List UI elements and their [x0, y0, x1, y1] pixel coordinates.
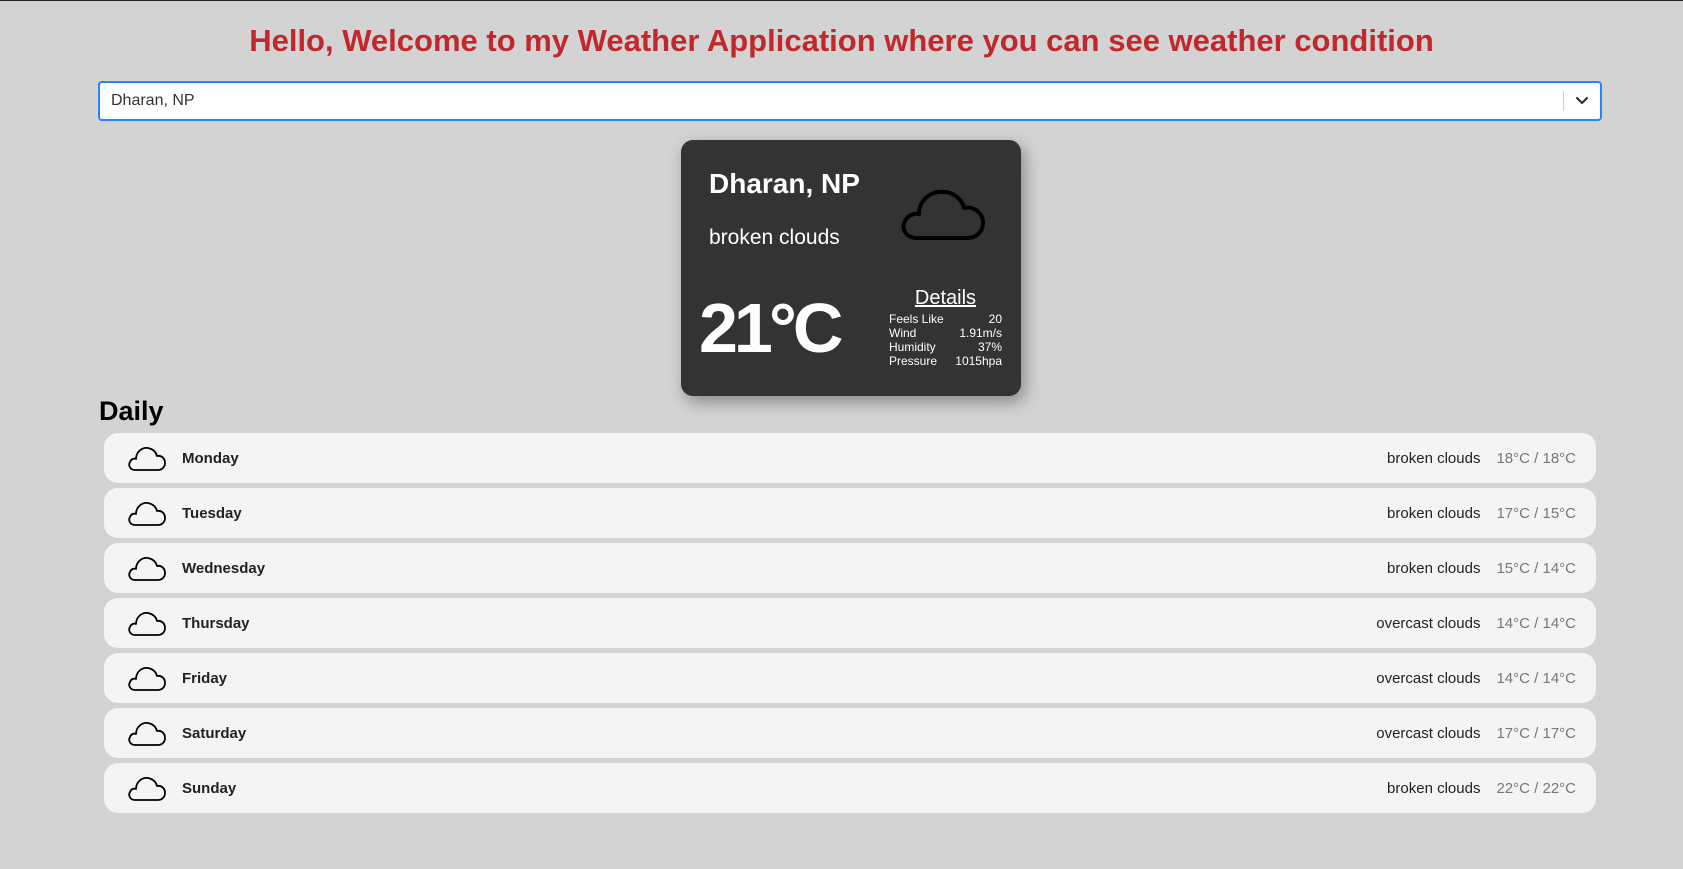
- daily-item-monday[interactable]: Monday broken clouds 18°C / 18°C: [104, 433, 1596, 483]
- day-description: broken clouds: [1387, 504, 1481, 522]
- details-panel: Details Feels Like 20 Wind 1.91m/s Humid…: [889, 286, 1002, 368]
- day-name: Tuesday: [182, 504, 242, 522]
- cloud-icon: [127, 443, 167, 473]
- search-input[interactable]: Dharan, NP: [100, 92, 1563, 110]
- cloud-icon: [127, 608, 167, 638]
- current-city: Dharan, NP: [709, 168, 860, 199]
- detail-value: 20: [988, 312, 1002, 326]
- day-description: overcast clouds: [1376, 669, 1481, 687]
- detail-label: Wind: [889, 326, 917, 340]
- cloud-icon: [127, 663, 167, 693]
- day-temperature: 17°C / 15°C: [1496, 504, 1576, 522]
- details-title: Details: [914, 287, 977, 309]
- day-description: broken clouds: [1387, 559, 1481, 577]
- current-weather-card: Dharan, NP broken clouds 21°C Details Fe…: [681, 140, 1021, 396]
- daily-item-tuesday[interactable]: Tuesday broken clouds 17°C / 15°C: [104, 488, 1596, 538]
- daily-item-thursday[interactable]: Thursday overcast clouds 14°C / 14°C: [104, 598, 1596, 648]
- day-name: Friday: [182, 669, 228, 687]
- day-description: broken clouds: [1387, 779, 1481, 797]
- detail-value: 1.91m/s: [959, 326, 1002, 340]
- current-temperature: 21°C: [699, 289, 843, 367]
- daily-item-sunday[interactable]: Sunday broken clouds 22°C / 22°C: [104, 763, 1596, 813]
- detail-row-feels-like: Feels Like 20: [889, 312, 1002, 326]
- day-temperature: 17°C / 17°C: [1496, 724, 1576, 742]
- cloud-icon: [127, 553, 167, 583]
- day-description: overcast clouds: [1376, 614, 1481, 632]
- daily-item-friday[interactable]: Friday overcast clouds 14°C / 14°C: [104, 653, 1596, 703]
- day-description: overcast clouds: [1376, 724, 1481, 742]
- cloud-icon: [899, 180, 987, 244]
- daily-item-wednesday[interactable]: Wednesday broken clouds 15°C / 14°C: [104, 543, 1596, 593]
- cloud-icon: [127, 498, 167, 528]
- daily-heading: Daily: [99, 396, 164, 426]
- detail-row-humidity: Humidity 37%: [889, 340, 1002, 354]
- cloud-icon: [127, 773, 167, 803]
- detail-value: 37%: [977, 340, 1002, 354]
- day-name: Monday: [182, 449, 239, 467]
- day-name: Wednesday: [182, 559, 266, 577]
- detail-value: 1015hpa: [955, 354, 1002, 368]
- day-name: Saturday: [182, 724, 247, 742]
- day-temperature: 22°C / 22°C: [1496, 779, 1576, 797]
- detail-label: Feels Like: [889, 312, 944, 326]
- detail-label: Pressure: [889, 354, 938, 368]
- day-name: Sunday: [182, 779, 237, 797]
- cloud-icon: [127, 718, 167, 748]
- day-temperature: 18°C / 18°C: [1496, 449, 1576, 467]
- city-search-select[interactable]: Dharan, NP: [98, 81, 1602, 121]
- detail-row-wind: Wind 1.91m/s: [889, 326, 1002, 340]
- chevron-down-icon[interactable]: [1564, 83, 1600, 119]
- day-temperature: 15°C / 14°C: [1496, 559, 1576, 577]
- current-description: broken clouds: [709, 226, 840, 249]
- detail-label: Humidity: [889, 340, 936, 354]
- day-description: broken clouds: [1387, 449, 1481, 467]
- detail-row-pressure: Pressure 1015hpa: [889, 354, 1002, 368]
- day-temperature: 14°C / 14°C: [1496, 614, 1576, 632]
- page-title: Hello, Welcome to my Weather Application…: [249, 23, 1434, 58]
- day-name: Thursday: [182, 614, 250, 632]
- daily-item-saturday[interactable]: Saturday overcast clouds 17°C / 17°C: [104, 708, 1596, 758]
- day-temperature: 14°C / 14°C: [1496, 669, 1576, 687]
